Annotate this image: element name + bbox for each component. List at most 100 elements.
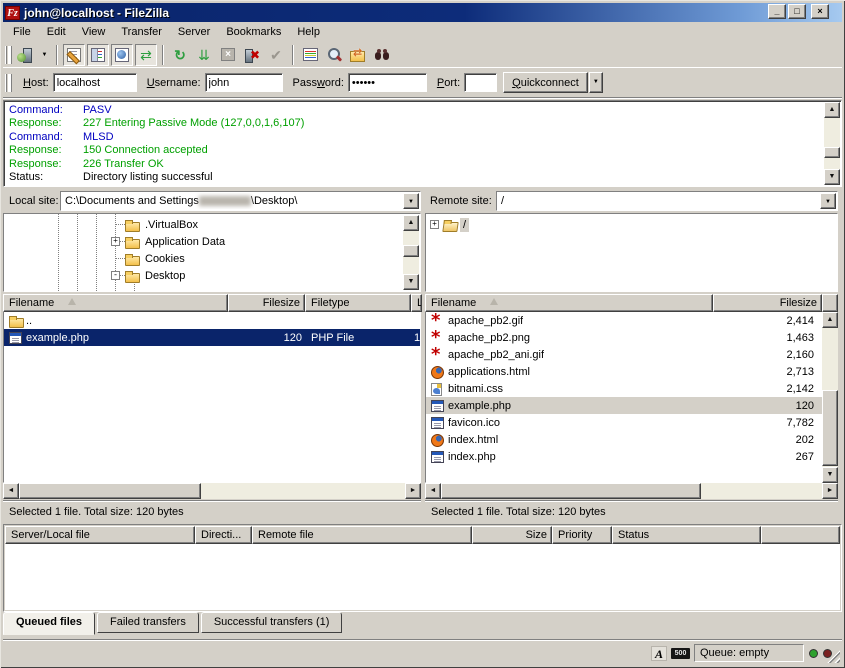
column-header-remote-file[interactable]: Remote file	[252, 526, 472, 544]
file-row[interactable]: apache_pb2.png1,463	[426, 329, 822, 346]
remote-site-combobox[interactable]: /	[496, 191, 838, 211]
site-manager-button[interactable]	[14, 44, 36, 66]
quickconnect-button[interactable]: Quickconnect	[503, 72, 588, 93]
scroll-up-button[interactable]	[822, 312, 838, 328]
tree-item-virtualbox[interactable]: .VirtualBox	[115, 216, 201, 233]
tab-queued-files[interactable]: Queued files	[3, 612, 95, 635]
queue-body[interactable]	[5, 544, 840, 610]
remote-directory-tree: + /	[425, 213, 838, 292]
site-manager-dropdown-button[interactable]: ▼	[38, 44, 51, 66]
local-list-hscrollbar[interactable]	[3, 483, 421, 499]
menu-transfer[interactable]: Transfer	[113, 24, 170, 40]
local-site-dropdown-button[interactable]	[403, 193, 419, 209]
scroll-thumb[interactable]	[822, 390, 838, 466]
scroll-left-button[interactable]	[425, 483, 441, 499]
column-header-filename[interactable]: Filename	[3, 294, 228, 312]
minimize-button[interactable]: _	[768, 4, 786, 19]
scroll-up-button[interactable]	[824, 102, 840, 118]
column-header-server-local-file[interactable]: Server/Local file	[5, 526, 195, 544]
column-header-filesize[interactable]: Filesize	[228, 294, 305, 312]
find-files-button[interactable]	[371, 44, 393, 66]
password-input[interactable]	[348, 73, 427, 92]
synchronized-browsing-button[interactable]	[347, 44, 369, 66]
scroll-thumb[interactable]	[403, 245, 419, 257]
tab-successful-transfers[interactable]: Successful transfers (1)	[201, 612, 343, 633]
transfer-type-indicator-icon[interactable]: A	[651, 646, 667, 661]
port-input[interactable]	[464, 73, 497, 92]
column-header-filesize[interactable]: Filesize	[713, 294, 822, 312]
file-row[interactable]: apache_pb2_ani.gif2,160	[426, 346, 822, 363]
resize-grip[interactable]	[827, 650, 840, 663]
scroll-down-button[interactable]	[403, 274, 419, 290]
scroll-thumb[interactable]	[824, 147, 840, 158]
menu-file[interactable]: File	[5, 24, 39, 40]
collapse-icon[interactable]: -	[111, 271, 120, 280]
menu-server[interactable]: Server	[170, 24, 218, 40]
title-bar[interactable]: Fz john@localhost - FileZilla	[3, 3, 842, 22]
column-header-status[interactable]: Status	[612, 526, 761, 544]
log-scrollbar[interactable]	[824, 102, 840, 185]
file-row[interactable]: apache_pb2.gif2,414	[426, 312, 822, 329]
toggle-remote-tree-button[interactable]	[111, 44, 133, 66]
toggle-queue-button[interactable]: ⇄	[135, 44, 157, 66]
scroll-down-button[interactable]	[824, 169, 840, 185]
expand-icon[interactable]: +	[430, 220, 439, 229]
menu-edit[interactable]: Edit	[39, 24, 74, 40]
scroll-thumb[interactable]	[19, 483, 201, 499]
toolbar-grip[interactable]	[5, 46, 8, 64]
column-header-filename[interactable]: Filename	[425, 294, 713, 312]
message-log-icon	[67, 48, 81, 62]
abort-button[interactable]: ✔	[265, 44, 287, 66]
minimize-icon: _	[774, 6, 779, 16]
host-input[interactable]	[53, 73, 137, 92]
scroll-down-button[interactable]	[822, 467, 838, 483]
toggle-local-tree-button[interactable]	[87, 44, 109, 66]
quickconnect-dropdown-button[interactable]: ▼	[589, 72, 603, 93]
file-row[interactable]: index.php267	[426, 448, 822, 465]
tree-item-cookies[interactable]: Cookies	[115, 250, 188, 267]
scroll-right-button[interactable]	[822, 483, 838, 499]
refresh-button[interactable]: ↻	[169, 44, 191, 66]
file-row-example-php[interactable]: example.php 120 PHP File 1	[4, 329, 420, 346]
menu-view[interactable]: View	[74, 24, 114, 40]
column-header-size[interactable]: Size	[472, 526, 552, 544]
toggle-message-log-button[interactable]	[63, 44, 85, 66]
column-header-priority[interactable]: Priority	[552, 526, 612, 544]
scroll-right-button[interactable]	[405, 483, 421, 499]
scroll-left-button[interactable]	[3, 483, 19, 499]
expand-icon[interactable]: +	[111, 237, 120, 246]
tree-item-root[interactable]: + /	[430, 216, 469, 233]
tree-guide-line	[58, 214, 59, 291]
process-queue-button[interactable]: ⇊	[193, 44, 215, 66]
username-input[interactable]	[205, 73, 283, 92]
file-row[interactable]: favicon.ico7,782	[426, 414, 822, 431]
column-header-filetype[interactable]: Filetype	[305, 294, 411, 312]
file-row[interactable]: index.html202	[426, 431, 822, 448]
file-row-parent[interactable]: ..	[4, 312, 420, 329]
remote-list-scrollbar[interactable]	[822, 312, 838, 483]
close-button[interactable]: ×	[811, 4, 829, 19]
menu-bookmarks[interactable]: Bookmarks	[218, 24, 289, 40]
quickconnect-grip[interactable]	[5, 74, 8, 92]
disconnect-button[interactable]: ✖	[241, 44, 263, 66]
speed-limit-indicator-icon[interactable]: 500	[671, 648, 690, 659]
file-row[interactable]: applications.html2,713	[426, 363, 822, 380]
column-header-lastmodified[interactable]: L	[411, 294, 422, 312]
local-tree-scrollbar[interactable]	[403, 215, 419, 290]
column-header-direction[interactable]: Directi...	[195, 526, 252, 544]
tree-item-application-data[interactable]: + Application Data	[111, 233, 228, 250]
remote-list-hscrollbar[interactable]	[425, 483, 838, 499]
file-row-selected[interactable]: example.php120	[426, 397, 822, 414]
tab-failed-transfers[interactable]: Failed transfers	[97, 612, 199, 633]
file-row[interactable]: bitnami.css2,142	[426, 380, 822, 397]
tree-item-desktop[interactable]: - Desktop	[111, 267, 188, 284]
scroll-up-button[interactable]	[403, 215, 419, 231]
directory-comparison-button[interactable]	[299, 44, 321, 66]
menu-help[interactable]: Help	[289, 24, 328, 40]
scroll-thumb[interactable]	[441, 483, 701, 499]
remote-site-dropdown-button[interactable]	[820, 193, 836, 209]
filename-filters-button[interactable]	[323, 44, 345, 66]
maximize-button[interactable]: □	[788, 4, 806, 19]
cancel-operation-button[interactable]: ×	[217, 44, 239, 66]
local-site-combobox[interactable]: C:\Documents and Settings\Desktop\	[60, 191, 421, 211]
